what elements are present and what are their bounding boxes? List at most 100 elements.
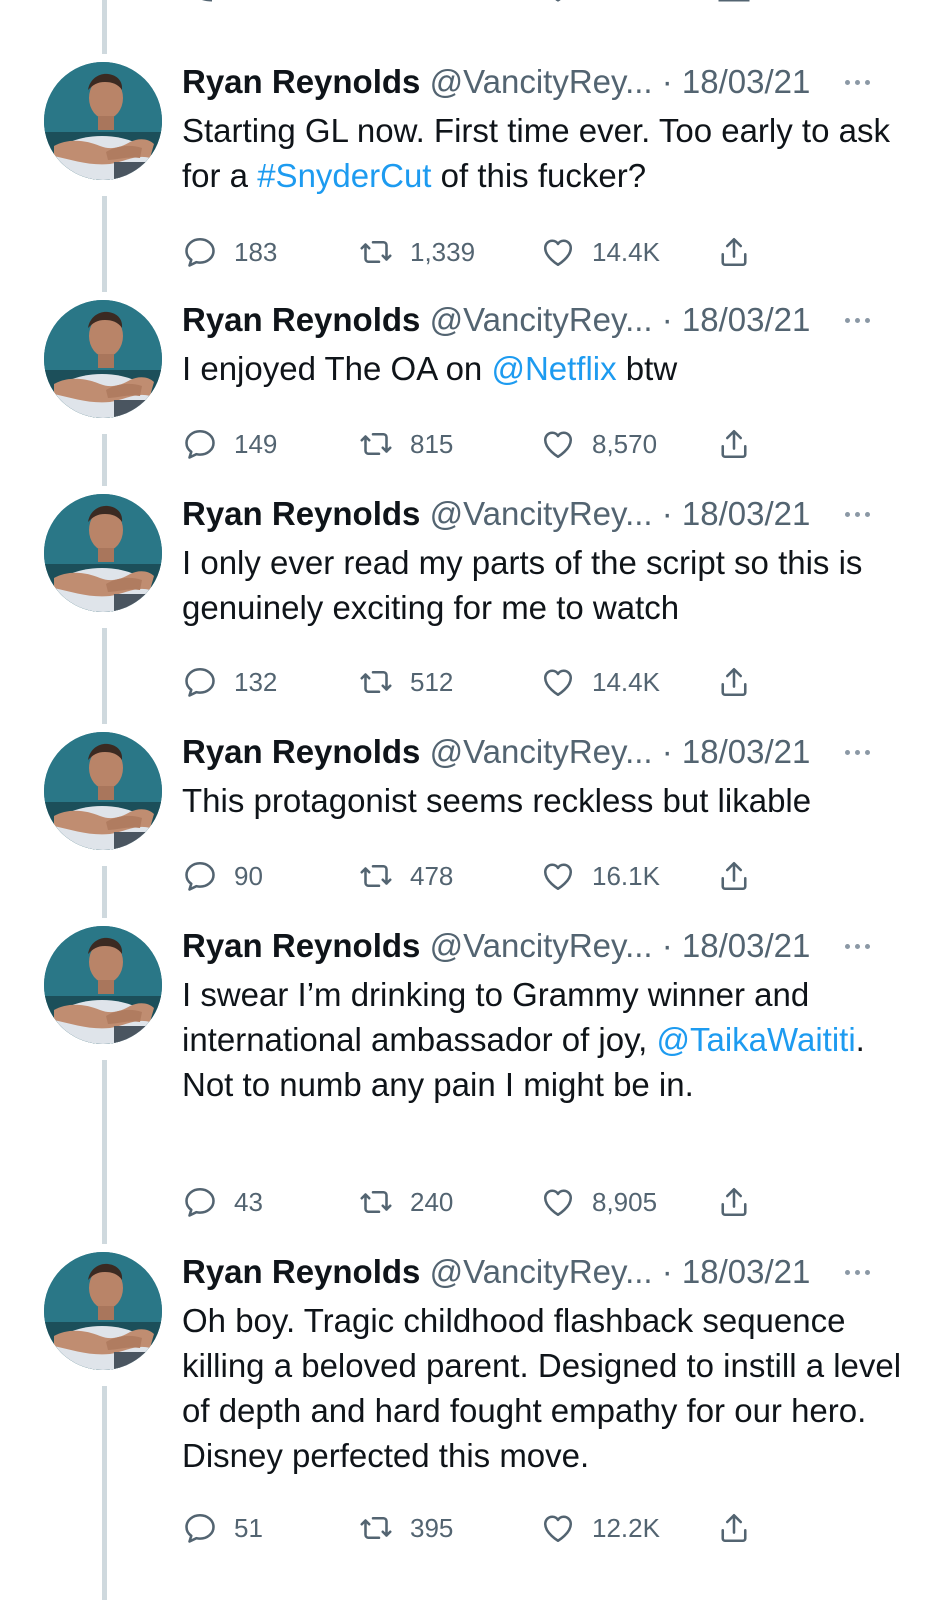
retweet-icon[interactable] xyxy=(358,0,394,8)
like-button[interactable]: 8,570 xyxy=(540,424,657,464)
like-icon xyxy=(543,1515,573,1543)
retweet-button[interactable]: 395 xyxy=(358,1508,453,1548)
tweet-header: Ryan Reynolds @VancityRey... · 18/03/21 xyxy=(182,926,810,966)
retweet-button[interactable]: 240 xyxy=(358,1182,453,1222)
share-button[interactable] xyxy=(716,232,752,272)
like-count: 12.2K xyxy=(592,1512,660,1543)
tweet-actions: 149 815 8,570 xyxy=(182,424,782,464)
like-count: 8,570 xyxy=(592,428,658,459)
tweet[interactable]: Ryan Reynolds @VancityRey... · 18/03/21 I… xyxy=(0,926,938,1226)
tweet-actions: 43 240 8,905 xyxy=(182,1182,782,1222)
avatar[interactable] xyxy=(44,300,162,418)
share-icon[interactable] xyxy=(716,0,752,8)
retweet-count: 512 xyxy=(410,666,454,697)
avatar[interactable] xyxy=(44,1252,162,1370)
avatar[interactable] xyxy=(44,494,162,612)
share-icon xyxy=(721,667,747,697)
reply-count: 43 xyxy=(234,1186,263,1217)
reply-button[interactable]: 183 xyxy=(182,232,277,272)
author-handle-date[interactable]: @VancityRey... · 18/03/21 xyxy=(430,63,811,100)
share-button[interactable] xyxy=(716,662,752,702)
avatar[interactable] xyxy=(44,926,162,1044)
tweet-text-segment: This protagonist seems reckless but lika… xyxy=(182,782,812,819)
tweet[interactable]: Ryan Reynolds @VancityRey... · 18/03/21 S… xyxy=(0,62,938,276)
share-button[interactable] xyxy=(716,1182,752,1222)
like-count: 16.1K xyxy=(592,860,660,891)
share-icon xyxy=(721,429,747,459)
like-count: 8,905 xyxy=(592,1186,658,1217)
like-button[interactable]: 14.4K xyxy=(540,662,660,702)
retweet-button[interactable]: 1,339 xyxy=(358,232,475,272)
more-icon[interactable] xyxy=(842,1262,876,1282)
share-button[interactable] xyxy=(716,856,752,896)
tweet-header: Ryan Reynolds @VancityRey... · 18/03/21 xyxy=(182,62,810,102)
like-button[interactable]: 14.4K xyxy=(540,232,660,272)
tweet-link[interactable]: @TaikaWaititi xyxy=(657,1021,856,1058)
like-count: 14.4K xyxy=(592,666,660,697)
retweet-count: 478 xyxy=(410,860,454,891)
like-button[interactable]: 12.2K xyxy=(540,1508,660,1548)
tweet-link[interactable]: @Netflix xyxy=(491,350,616,387)
retweet-count: 815 xyxy=(410,428,454,459)
retweet-icon xyxy=(360,670,392,694)
tweet[interactable]: Ryan Reynolds @VancityRey... · 18/03/21 I… xyxy=(0,494,938,706)
retweet-button[interactable]: 478 xyxy=(358,856,453,896)
retweet-icon xyxy=(360,1516,392,1540)
reply-button[interactable]: 132 xyxy=(182,662,277,702)
tweet-text: I enjoyed The OA on @Netflix btw xyxy=(182,346,902,391)
reply-button[interactable]: 43 xyxy=(182,1182,263,1222)
reply-button[interactable]: 149 xyxy=(182,424,277,464)
reply-count: 90 xyxy=(234,860,263,891)
author-name[interactable]: Ryan Reynolds xyxy=(182,301,420,338)
retweet-count: 395 xyxy=(410,1512,454,1543)
reply-count: 183 xyxy=(234,236,278,267)
tweet[interactable]: Ryan Reynolds @VancityRey... · 18/03/21 O… xyxy=(0,1252,938,1552)
share-button[interactable] xyxy=(716,424,752,464)
more-icon[interactable] xyxy=(842,936,876,956)
like-icon[interactable] xyxy=(540,0,576,8)
retweet-count: 240 xyxy=(410,1186,454,1217)
retweet-count: 1,339 xyxy=(410,236,476,267)
avatar[interactable] xyxy=(44,732,162,850)
retweet-button[interactable]: 512 xyxy=(358,662,453,702)
reply-icon xyxy=(185,1513,215,1543)
reply-icon[interactable] xyxy=(182,0,218,8)
more-icon[interactable] xyxy=(842,310,876,330)
tweet-text-segment: I only ever read my parts of the script … xyxy=(182,544,863,626)
author-name[interactable]: Ryan Reynolds xyxy=(182,733,420,770)
tweet-link[interactable]: #SnyderCut xyxy=(257,157,431,194)
author-name[interactable]: Ryan Reynolds xyxy=(182,63,420,100)
like-icon xyxy=(543,239,573,267)
tweet[interactable]: Ryan Reynolds @VancityRey... · 18/03/21 I… xyxy=(0,300,938,468)
author-handle-date[interactable]: @VancityRey... · 18/03/21 xyxy=(430,301,811,338)
retweet-icon xyxy=(360,1190,392,1214)
retweet-icon xyxy=(360,240,392,264)
like-button[interactable]: 8,905 xyxy=(540,1182,657,1222)
author-name[interactable]: Ryan Reynolds xyxy=(182,927,420,964)
author-handle-date[interactable]: @VancityRey... · 18/03/21 xyxy=(430,495,811,532)
reply-button[interactable]: 90 xyxy=(182,856,263,896)
retweet-button[interactable]: 815 xyxy=(358,424,453,464)
share-icon xyxy=(721,1513,747,1543)
share-button[interactable] xyxy=(716,1508,752,1548)
tweet-actions: 51 395 12.2K xyxy=(182,1508,782,1548)
more-icon[interactable] xyxy=(842,504,876,524)
tweet-text: This protagonist seems reckless but lika… xyxy=(182,778,902,823)
reply-icon xyxy=(185,429,215,459)
reply-button[interactable]: 51 xyxy=(182,1508,263,1548)
author-name[interactable]: Ryan Reynolds xyxy=(182,1253,420,1290)
like-button[interactable]: 16.1K xyxy=(540,856,660,896)
tweet-header: Ryan Reynolds @VancityRey... · 18/03/21 xyxy=(182,494,810,534)
author-handle-date[interactable]: @VancityRey... · 18/03/21 xyxy=(430,927,811,964)
more-icon[interactable] xyxy=(842,742,876,762)
tweet-text-segment: of this fucker? xyxy=(431,157,647,194)
avatar[interactable] xyxy=(44,62,162,180)
reply-icon xyxy=(185,861,215,891)
author-name[interactable]: Ryan Reynolds xyxy=(182,495,420,532)
tweet[interactable]: Ryan Reynolds @VancityRey... · 18/03/21 T… xyxy=(0,732,938,900)
more-icon[interactable] xyxy=(842,72,876,92)
author-handle-date[interactable]: @VancityRey... · 18/03/21 xyxy=(430,733,811,770)
author-handle-date[interactable]: @VancityRey... · 18/03/21 xyxy=(430,1253,811,1290)
share-icon xyxy=(721,861,747,891)
like-count: 14.4K xyxy=(592,236,660,267)
